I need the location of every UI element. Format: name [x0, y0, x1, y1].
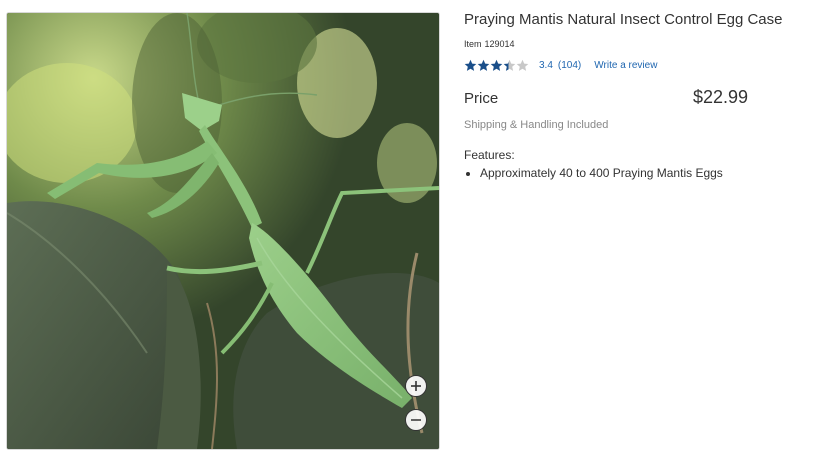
product-title: Praying Mantis Natural Insect Control Eg… [464, 11, 783, 28]
product-details: Praying Mantis Natural Insect Control Eg… [464, 10, 804, 181]
item-label: Item [464, 39, 482, 49]
price-value: $22.99 [692, 87, 748, 107]
mantis-photo [7, 13, 439, 449]
item-number-row: Item 129014 [464, 39, 804, 49]
rating-value[interactable]: 3.4 [539, 60, 553, 71]
zoom-out-button[interactable] [405, 409, 427, 431]
star-icon [516, 59, 529, 71]
plus-icon [411, 381, 421, 391]
star-icon [503, 59, 516, 71]
feature-item: Approximately 40 to 400 Praying Mantis E… [480, 165, 804, 181]
rating-row: 3.4 (104) Write a review [464, 57, 804, 73]
rating-count[interactable]: (104) [558, 60, 581, 71]
features-list: Approximately 40 to 400 Praying Mantis E… [464, 165, 804, 181]
item-number: 129014 [484, 39, 515, 49]
star-icon [464, 59, 477, 71]
write-review-link[interactable]: Write a review [594, 60, 657, 71]
minus-icon [411, 419, 421, 421]
star-rating[interactable] [464, 59, 529, 72]
product-page: Praying Mantis Natural Insect Control Eg… [0, 0, 815, 456]
star-icon [490, 59, 503, 71]
star-icon [477, 59, 490, 71]
product-image[interactable] [6, 12, 440, 450]
shipping-note: Shipping & Handling Included [464, 119, 609, 131]
price-row: Price $22.99 [464, 87, 748, 108]
features-label: Features: [464, 148, 515, 162]
price-label: Price [464, 90, 499, 107]
zoom-in-button[interactable] [405, 375, 427, 397]
